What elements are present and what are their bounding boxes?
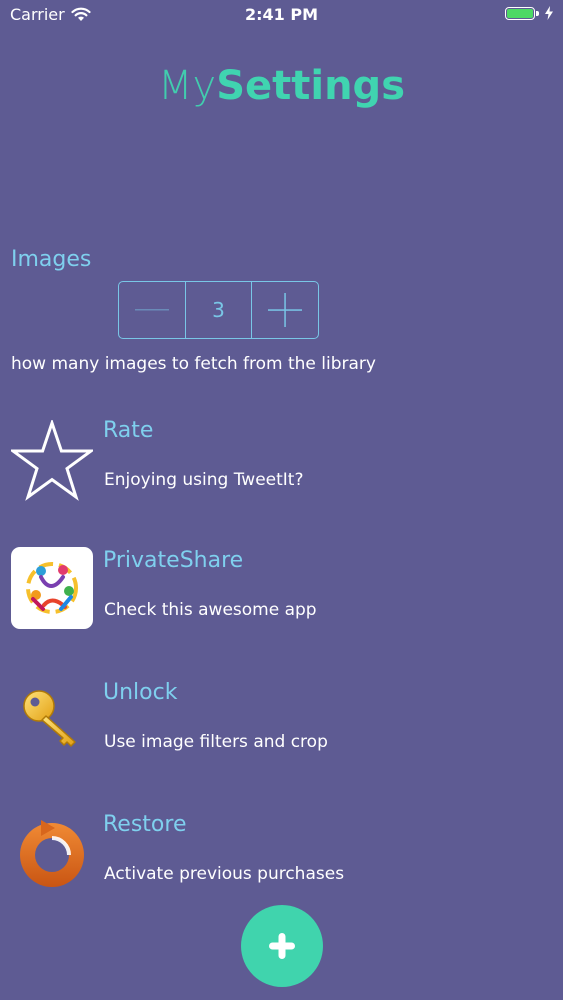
add-button[interactable] [241, 905, 323, 987]
privateshare-row[interactable]: PrivateShare Check this awesome app [0, 547, 563, 640]
battery-level [507, 8, 533, 18]
restore-title: Restore [103, 812, 187, 837]
images-count-stepper: 3 [118, 281, 319, 339]
charging-icon [545, 6, 553, 20]
privateshare-app-icon [11, 547, 93, 629]
rate-row[interactable]: Rate Enjoying using TweetIt? [0, 418, 563, 510]
restore-row[interactable]: Restore Activate previous purchases [0, 812, 563, 904]
rate-subtitle: Enjoying using TweetIt? [104, 470, 304, 490]
key-icon [11, 682, 93, 764]
battery-icon [505, 6, 539, 20]
restore-icon [11, 814, 93, 896]
increment-button[interactable] [252, 282, 318, 338]
stepper-value: 3 [184, 282, 253, 338]
battery-group [505, 6, 553, 20]
images-description: how many images to fetch from the librar… [11, 354, 376, 374]
unlock-row[interactable]: Unlock Use image filters and crop [0, 680, 563, 772]
restore-subtitle: Activate previous purchases [104, 864, 345, 884]
status-bar: Carrier 2:41 PM [0, 0, 563, 30]
unlock-subtitle: Use image filters and crop [104, 732, 328, 752]
title-suffix: Settings [216, 63, 405, 109]
star-icon [11, 420, 93, 502]
title-prefix: My [158, 63, 217, 109]
plus-icon [269, 933, 295, 959]
decrement-button[interactable] [119, 282, 185, 338]
minus-icon [134, 309, 169, 311]
images-label: Images [11, 247, 92, 272]
privateshare-title: PrivateShare [103, 548, 244, 573]
rate-title: Rate [103, 418, 154, 443]
status-time: 2:41 PM [244, 5, 318, 24]
unlock-title: Unlock [103, 680, 178, 705]
plus-icon [268, 293, 303, 327]
privateshare-subtitle: Check this awesome app [104, 600, 317, 620]
page-title: MySettings [0, 62, 563, 110]
